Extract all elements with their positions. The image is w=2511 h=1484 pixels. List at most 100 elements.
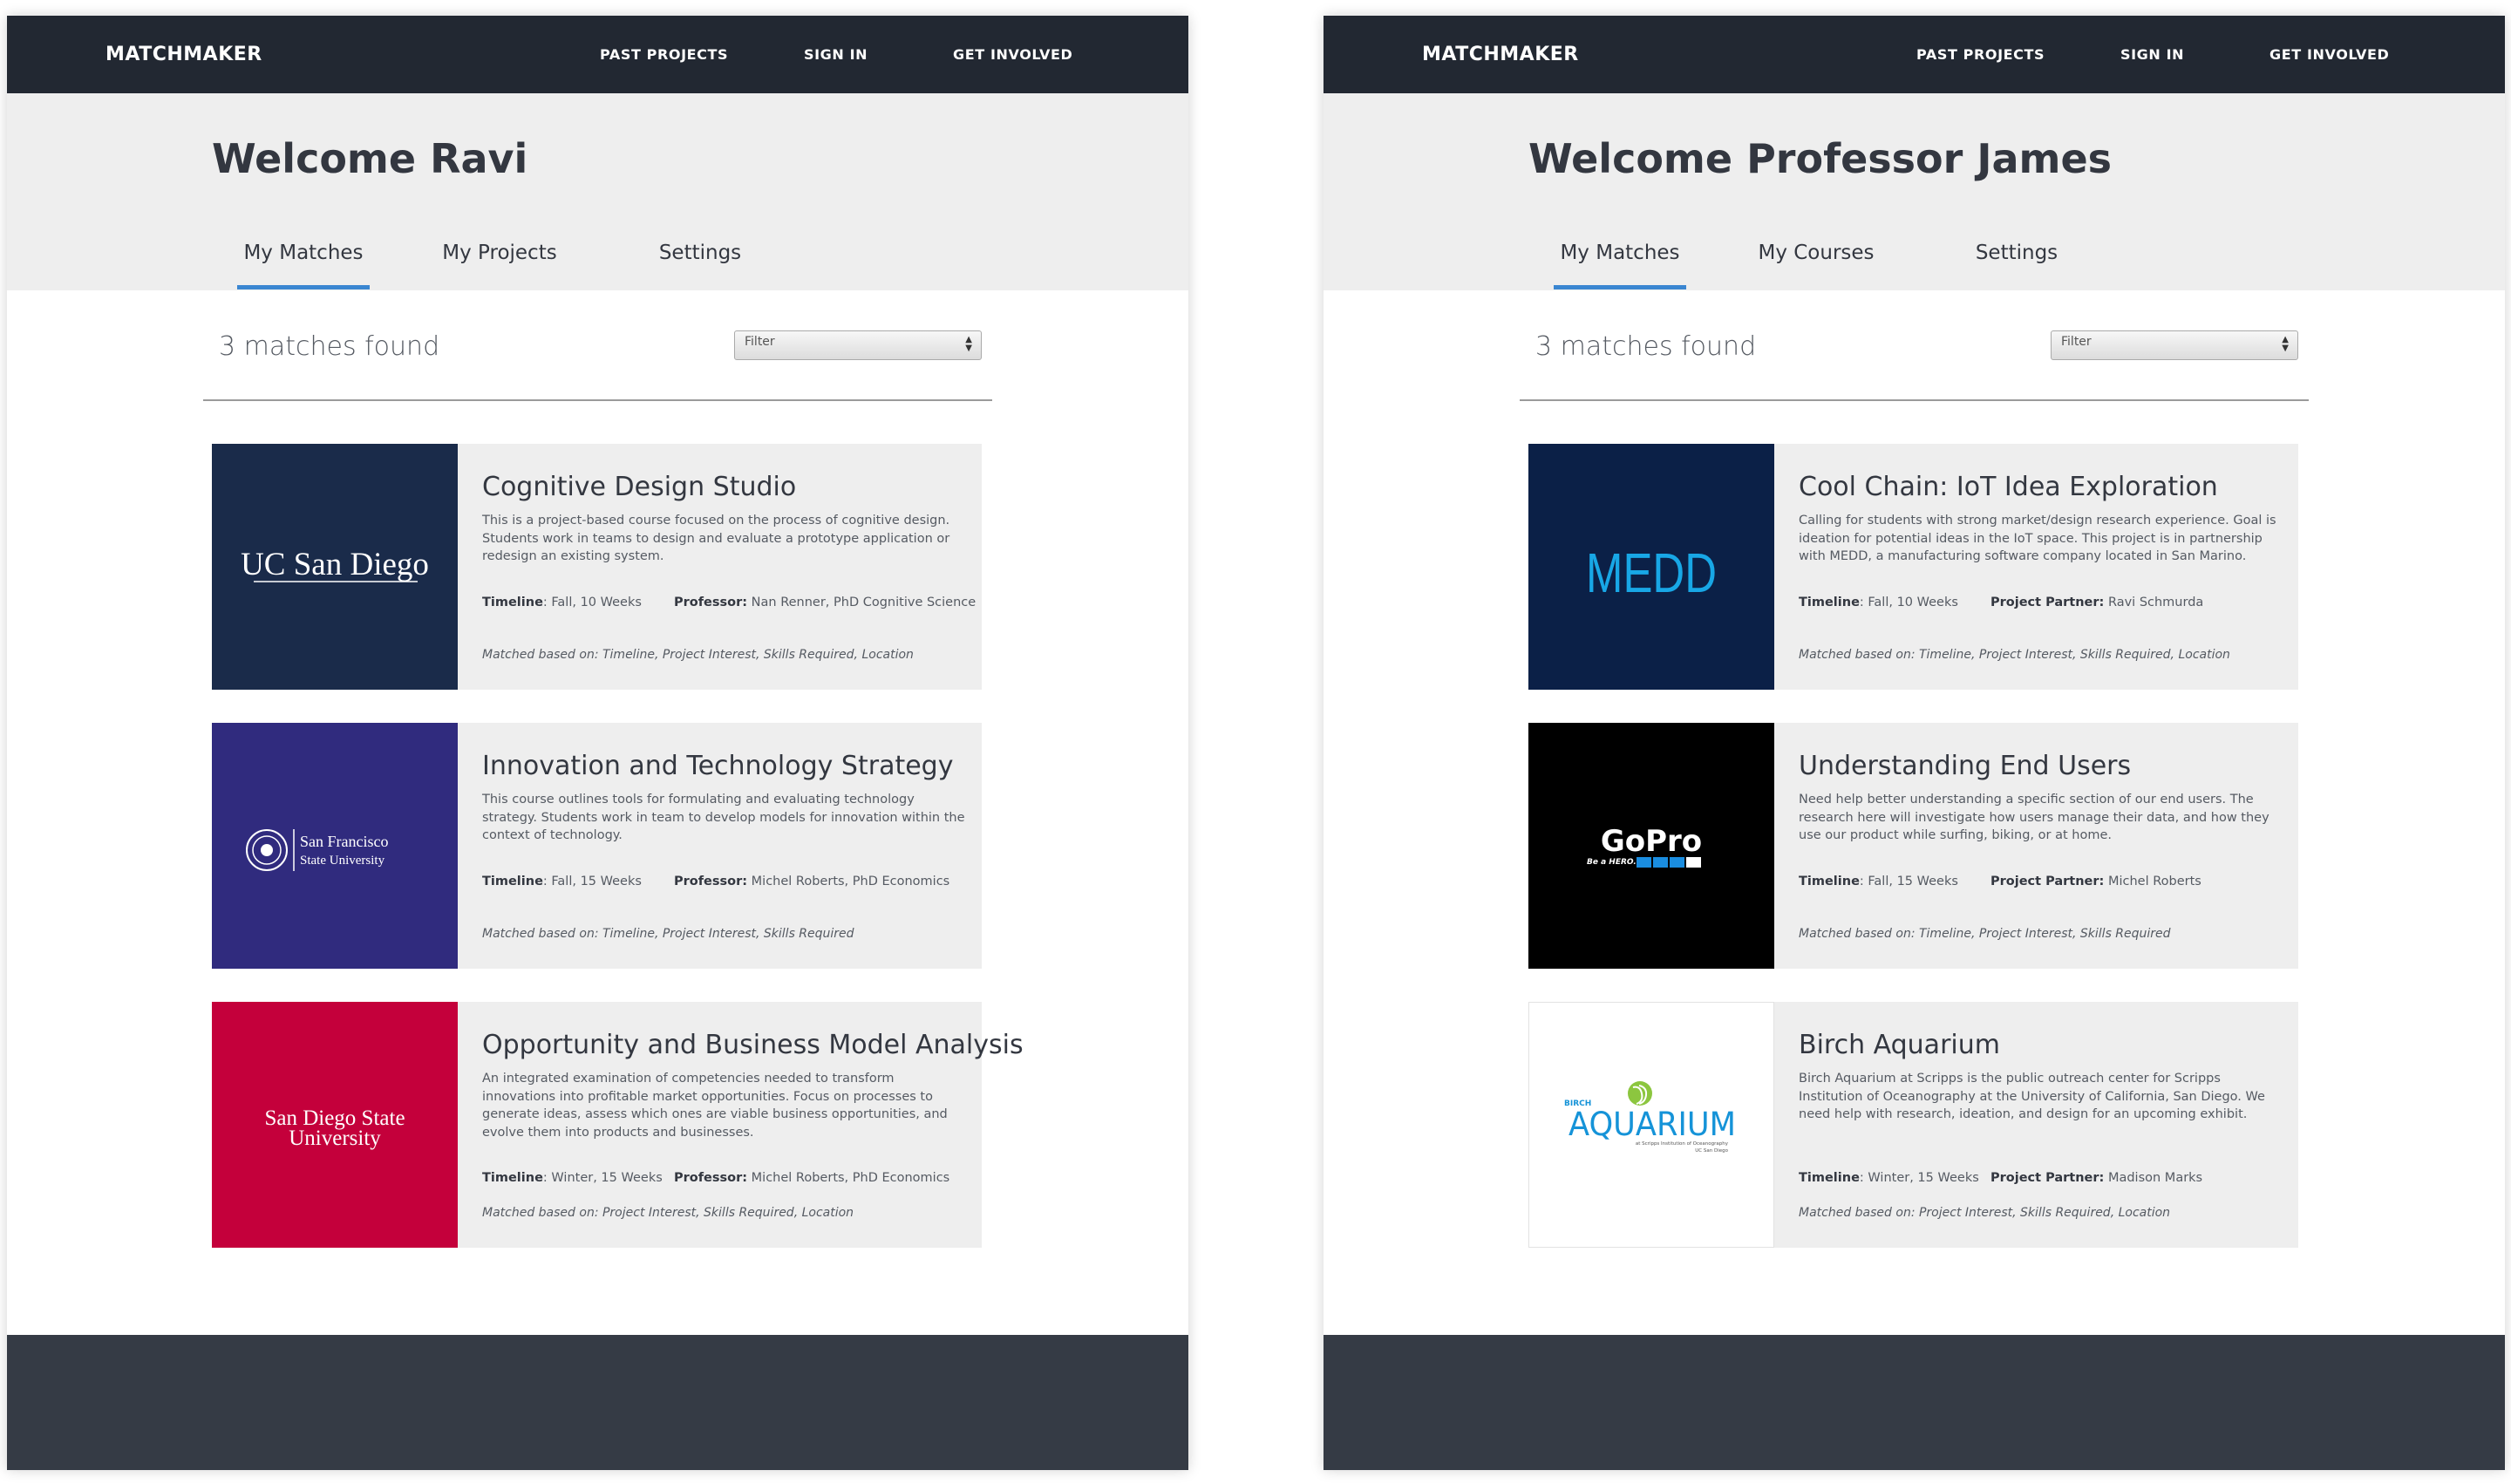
tab-label: Settings (1975, 242, 2058, 264)
matches-count: 3 matches found (219, 331, 440, 362)
medd-logo: MEDD (1528, 444, 1774, 690)
card-meta-row: Professor: Nan Renner, PhD Cognitive Sci… (674, 596, 976, 609)
gopro-logo: GoPro Be a HERO. (1528, 723, 1774, 969)
sfsu-logo: San Francisco State University (212, 723, 458, 969)
logo-text: MEDD (1586, 541, 1717, 604)
timeline-value: : Fall, 10 Weeks (542, 596, 642, 609)
logo-text: UC San Diego (241, 547, 429, 582)
tab-label: My Matches (1560, 242, 1680, 264)
match-card[interactable]: GoPro Be a HERO. Understanding End Users… (1528, 723, 2298, 969)
card-title[interactable]: Opportunity and Business Model Analysis (482, 1028, 1024, 1063)
active-tab-indicator (1554, 285, 1686, 289)
person-value: Michel Roberts (2104, 875, 2201, 888)
card-description: Calling for students with strong market/… (1799, 514, 2276, 563)
sdsu-logo: San Diego State University (212, 1002, 458, 1248)
match-card[interactable]: San Francisco State University Innovatio… (212, 723, 982, 969)
welcome-header: Welcome Ravi My Matches My Projects Sett… (7, 93, 1188, 290)
filter-select[interactable]: Filter ▲ ▼ (734, 330, 982, 360)
match-card[interactable]: UC San Diego Cognitive Design Studio Thi… (212, 444, 982, 690)
student-dashboard-panel: MATCHMAKER PAST PROJECTS SIGN IN GET INV… (7, 16, 1188, 1470)
matched-basis: Matched based on: Project Interest, Skil… (482, 1206, 854, 1220)
person-label: Project Partner: (1990, 875, 2105, 888)
person-label: Professor: (674, 875, 748, 888)
card-title[interactable]: Birch Aquarium (1799, 1028, 2287, 1063)
card-meta-row: Timeline: Fall, 15 Weeks (1799, 875, 1958, 888)
person-label: Project Partner: (1990, 596, 2105, 609)
card-description: Need help better understanding a specifi… (1799, 793, 2269, 842)
tab-label: Settings (658, 242, 742, 264)
person-value: Ravi Schmurda (2104, 596, 2204, 609)
nav-get-involved[interactable]: GET INVOLVED (953, 16, 1072, 93)
card-meta-row: Project Partner: Ravi Schmurda (1990, 596, 2203, 609)
card-body: Innovation and Technology Strategy This … (482, 749, 970, 845)
card-meta-row: Timeline: Fall, 10 Weeks (482, 596, 642, 609)
person-label: Professor: (674, 596, 748, 609)
timeline-value: : Fall, 15 Weeks (542, 875, 642, 888)
card-title[interactable]: Understanding End Users (1799, 749, 2287, 784)
timeline-value: : Fall, 15 Weeks (1859, 875, 1958, 888)
card-body: Opportunity and Business Model Analysis … (482, 1028, 1024, 1141)
timeline-label: Timeline (1799, 596, 1860, 609)
nav-past-projects[interactable]: PAST PROJECTS (1916, 16, 2045, 93)
timeline-label: Timeline (1799, 875, 1860, 888)
tab-my-courses[interactable]: My Courses (1751, 237, 1882, 289)
person-value: Michel Roberts, PhD Economics (747, 1171, 950, 1185)
card-meta-row: Project Partner: Madison Marks (1990, 1171, 2202, 1185)
logo-text: University (289, 1127, 381, 1150)
page-title: Welcome Ravi (212, 135, 528, 182)
person-value: Michel Roberts, PhD Economics (747, 875, 950, 888)
card-description: Birch Aquarium at Scripps is the public … (1799, 1072, 2265, 1121)
match-card[interactable]: MEDD Cool Chain: IoT Idea Exploration Ca… (1528, 444, 2298, 690)
card-body: Cognitive Design Studio This is a projec… (482, 470, 970, 566)
person-value: Nan Renner, PhD Cognitive Science (747, 596, 976, 609)
card-description: This is a project-based course focused o… (482, 514, 950, 563)
card-title[interactable]: Cool Chain: IoT Idea Exploration (1799, 470, 2287, 505)
matched-basis: Matched based on: Timeline, Project Inte… (1799, 927, 2171, 941)
filter-select[interactable]: Filter ▲ ▼ (2051, 330, 2298, 360)
navbar: MATCHMAKER PAST PROJECTS SIGN IN GET INV… (7, 16, 1188, 93)
tab-settings[interactable]: Settings (635, 237, 766, 289)
nav-sign-in[interactable]: SIGN IN (2120, 16, 2184, 93)
timeline-label: Timeline (482, 596, 543, 609)
person-label: Professor: (674, 1171, 748, 1185)
person-value: Madison Marks (2104, 1171, 2203, 1185)
logo-text: AQUARIUM (1569, 1106, 1736, 1143)
tab-my-projects[interactable]: My Projects (434, 237, 565, 289)
timeline-label: Timeline (1799, 1171, 1860, 1185)
active-tab-indicator (237, 285, 370, 289)
filter-placeholder: Filter (2061, 335, 2092, 349)
logo-text: San Francisco (300, 833, 388, 850)
card-body: Understanding End Users Need help better… (1799, 749, 2287, 845)
brand-logo[interactable]: MATCHMAKER (1422, 16, 1579, 93)
card-title[interactable]: Cognitive Design Studio (482, 470, 970, 505)
timeline-value: : Winter, 15 Weeks (1859, 1171, 1979, 1185)
brand-logo[interactable]: MATCHMAKER (105, 16, 262, 93)
birch-aquarium-logo: BIRCH AQUARIUM at Scripps Institution of… (1528, 1002, 1774, 1248)
nav-sign-in[interactable]: SIGN IN (804, 16, 868, 93)
card-body: Cool Chain: IoT Idea Exploration Calling… (1799, 470, 2287, 566)
professor-dashboard-panel: MATCHMAKER PAST PROJECTS SIGN IN GET INV… (1324, 16, 2505, 1470)
logo-tagline: Be a HERO. (1587, 858, 1637, 867)
tab-label: My Matches (243, 242, 364, 264)
timeline-label: Timeline (482, 1171, 543, 1185)
card-meta-row: Project Partner: Michel Roberts (1990, 875, 2201, 888)
nav-past-projects[interactable]: PAST PROJECTS (600, 16, 728, 93)
card-description: This course outlines tools for formulati… (482, 793, 965, 842)
nav-get-involved[interactable]: GET INVOLVED (2269, 16, 2389, 93)
tab-my-matches[interactable]: My Matches (237, 237, 370, 289)
timeline-value: : Fall, 10 Weeks (1859, 596, 1958, 609)
card-title[interactable]: Innovation and Technology Strategy (482, 749, 970, 784)
tab-settings[interactable]: Settings (1951, 237, 2082, 289)
matches-count: 3 matches found (1535, 331, 1757, 362)
match-card[interactable]: BIRCH AQUARIUM at Scripps Institution of… (1528, 1002, 2298, 1248)
matched-basis: Matched based on: Project Interest, Skil… (1799, 1206, 2171, 1220)
timeline-value: : Winter, 15 Weeks (542, 1171, 663, 1185)
divider (203, 399, 992, 401)
card-meta-row: Professor: Michel Roberts, PhD Economics (674, 875, 949, 888)
filter-placeholder: Filter (745, 335, 775, 349)
match-card[interactable]: San Diego State University Opportunity a… (212, 1002, 1024, 1248)
select-arrows-icon: ▲ ▼ (965, 335, 972, 353)
welcome-header: Welcome Professor James My Matches My Co… (1324, 93, 2505, 290)
tab-my-matches[interactable]: My Matches (1554, 237, 1686, 289)
logo-text: at Scripps Institution of Oceanography (1636, 1141, 1729, 1147)
